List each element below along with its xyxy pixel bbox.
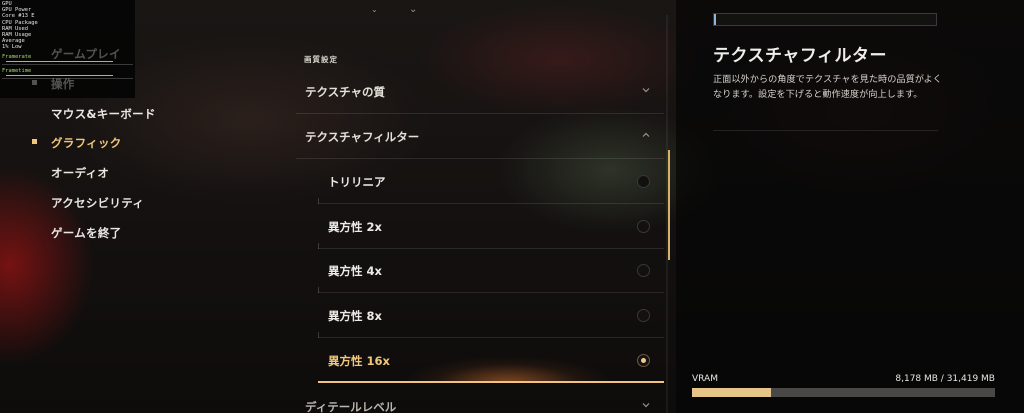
menu-item-graphics[interactable]: グラフィック: [51, 135, 122, 151]
vram-usage-fill: [692, 388, 771, 397]
radio-button[interactable]: [637, 220, 650, 233]
panel-title: テクスチャフィルター: [713, 46, 887, 66]
option-anisotropic-8x[interactable]: 異方性 8x: [318, 294, 664, 338]
radio-button[interactable]: [637, 264, 650, 277]
section-title: 画質設定: [304, 55, 338, 64]
menu-item-controls[interactable]: 操作: [51, 76, 75, 92]
radio-button-selected[interactable]: [637, 354, 650, 367]
benchmark-strip: [713, 13, 937, 26]
option-label: 異方性 4x: [328, 264, 382, 278]
option-label: 異方性 16x: [328, 354, 390, 368]
option-tick: [318, 332, 319, 338]
menu-bullet-dim: [32, 80, 37, 85]
setting-row-texture-quality[interactable]: テクスチャの質: [296, 70, 664, 114]
scroll-up-chevron-icon: ⌄: [409, 4, 418, 15]
setting-label: テクスチャの質: [305, 84, 386, 99]
chevron-down-icon: [640, 84, 652, 96]
vram-usage-bar: [692, 388, 995, 397]
panel-divider: [713, 130, 938, 131]
option-anisotropic-4x[interactable]: 異方性 4x: [318, 249, 664, 293]
option-label: 異方性 2x: [328, 220, 382, 234]
setting-label: テクスチャフィルター: [305, 129, 420, 144]
scrollbar-thumb[interactable]: [668, 150, 670, 260]
vram-usage-value: 8,178 MB / 31,419 MB: [895, 374, 995, 384]
menu-item-mouse-keyboard[interactable]: マウス&キーボード: [51, 106, 156, 122]
option-tick: [318, 287, 319, 293]
strip-lead: [714, 14, 716, 25]
chevron-up-icon: [640, 129, 652, 141]
menu-item-audio[interactable]: オーディオ: [51, 165, 109, 181]
radio-button[interactable]: [637, 309, 650, 322]
option-label: トリリニア: [328, 175, 386, 189]
graphics-settings-list: ⌄ ⌄ 画質設定 テクスチャの質 テクスチャフィルター トリリニア 異方性 2x…: [296, 0, 674, 413]
option-label: 異方性 8x: [328, 309, 382, 323]
active-menu-indicator: [32, 139, 37, 144]
menu-item-gameplay[interactable]: ゲームプレイ: [51, 46, 121, 62]
setting-row-texture-filter[interactable]: テクスチャフィルター: [296, 115, 664, 159]
menu-item-accessibility[interactable]: アクセシビリティ: [51, 195, 144, 211]
settings-category-menu: ゲームプレイ 操作 マウス&キーボード グラフィック オーディオ アクセシビリテ…: [0, 0, 290, 413]
setting-label: ディテールレベル: [305, 400, 397, 413]
radio-button[interactable]: [637, 175, 650, 188]
setting-row-detail-level[interactable]: ディテールレベル: [296, 385, 664, 413]
scroll-up-marker: ⌄: [371, 5, 378, 14]
option-trilinear[interactable]: トリリニア: [318, 160, 664, 204]
option-tick: [318, 198, 319, 204]
chevron-down-icon: [640, 399, 652, 411]
vram-label: VRAM: [692, 374, 718, 384]
menu-item-quit-game[interactable]: ゲームを終了: [51, 225, 121, 241]
option-anisotropic-2x[interactable]: 異方性 2x: [318, 205, 664, 249]
panel-description: 正面以外からの角度でテクスチャを見た時の品質がよくなります。設定を下げると動作速…: [713, 74, 942, 100]
setting-description-panel: テクスチャフィルター 正面以外からの角度でテクスチャを見た時の品質がよくなります…: [676, 0, 1024, 413]
option-anisotropic-16x[interactable]: 異方性 16x: [318, 339, 664, 383]
